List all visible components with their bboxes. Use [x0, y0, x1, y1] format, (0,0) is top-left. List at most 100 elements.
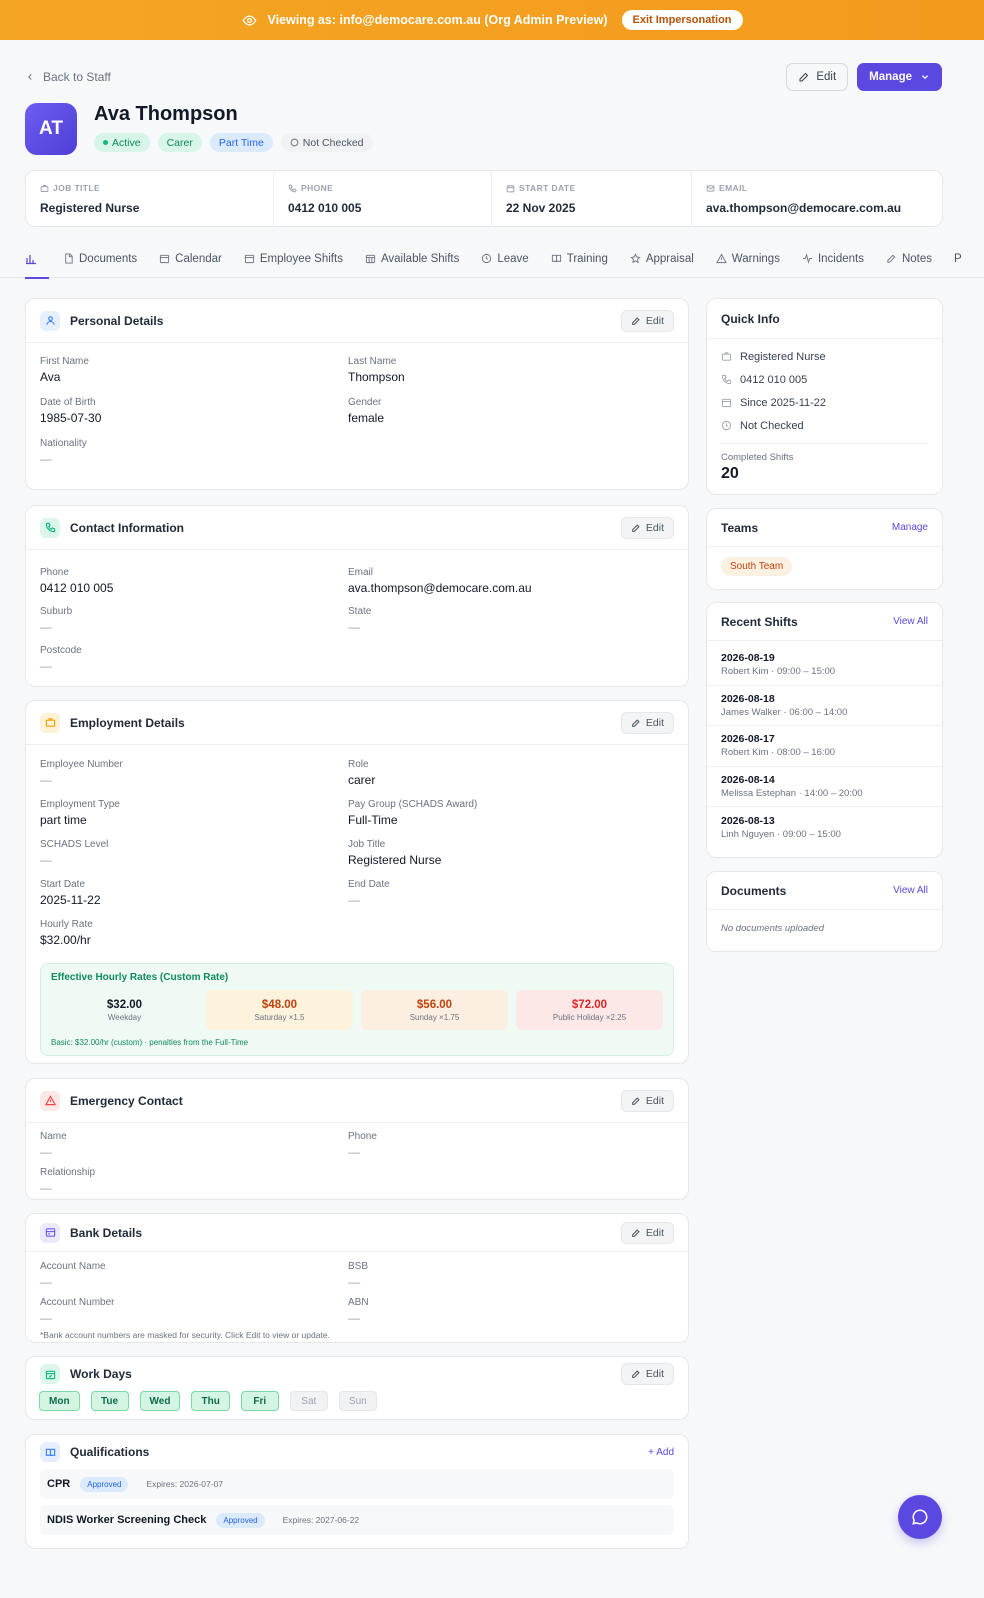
qualification-status-badge: Approved — [80, 1476, 129, 1492]
tab-calendar[interactable]: Calendar — [159, 240, 222, 278]
check-status-badge: Not Checked — [280, 133, 373, 152]
recent-shifts-card: Recent Shifts View All 2026-08-19 Robert … — [706, 602, 943, 858]
edit-workdays-button[interactable]: Edit — [620, 1363, 674, 1385]
tab-incidents[interactable]: Incidents — [802, 240, 864, 278]
back-label: Back to Staff — [43, 70, 111, 84]
tab-notes[interactable]: Notes — [886, 240, 932, 278]
mail-icon — [706, 184, 715, 192]
eye-icon — [241, 12, 257, 28]
phone-label: PHONE — [301, 183, 334, 193]
staff-name: Ava Thompson — [94, 103, 238, 125]
edit-bank-button[interactable]: Edit — [620, 1221, 674, 1244]
warning-icon — [715, 253, 727, 264]
exit-impersonation-button[interactable]: Exit Impersonation — [621, 10, 743, 30]
hourly-rate-value: $32.00/hr — [40, 933, 91, 947]
pencil-icon — [887, 254, 896, 263]
add-qualification-button[interactable]: + Add — [648, 1447, 674, 1458]
phone-value: 0412 010 005 — [288, 201, 362, 215]
quick-info-check: Not Checked — [707, 414, 942, 437]
briefcase-icon — [40, 184, 49, 192]
manage-teams-link[interactable]: Manage — [892, 522, 928, 533]
field-label: First Name — [40, 356, 89, 367]
edit-emergency-button[interactable]: Edit — [620, 1089, 674, 1112]
chat-button[interactable] — [898, 1495, 942, 1539]
quick-info-phone: 0412 010 005 — [707, 368, 942, 391]
abn-value: — — [348, 1311, 360, 1325]
tab-more[interactable]: P — [954, 240, 962, 278]
quick-info-job: Registered Nurse — [707, 345, 942, 368]
calendar-icon — [160, 254, 170, 264]
summary-bar: JOB TITLE Registered Nurse PHONE 0412 01… — [25, 170, 943, 227]
calendar-icon — [506, 184, 515, 192]
no-documents-text: No documents uploaded — [721, 923, 824, 934]
edit-label: Edit — [816, 71, 837, 83]
shift-item[interactable]: 2026-08-19 Robert Kim · 09:00 – 15:00 — [707, 645, 942, 686]
tab-employee-shifts[interactable]: Employee Shifts — [244, 240, 343, 278]
tab-available-shifts[interactable]: Available Shifts — [365, 240, 459, 278]
state-value: — — [348, 620, 360, 634]
tab-appraisal[interactable]: Appraisal — [630, 240, 694, 278]
teams-card: Teams Manage South Team — [706, 508, 943, 590]
teams-title: Teams — [721, 520, 759, 535]
nationality-value: — — [40, 452, 52, 466]
shift-item[interactable]: 2026-08-14 Melissa Estephan · 14:00 – 20:… — [707, 767, 942, 807]
card-title: Qualifications — [70, 1445, 150, 1459]
rates-note: Basic: $32.00/hr (custom) · penalties fr… — [51, 1038, 249, 1047]
personal-details-card: Personal Details Edit First Name Ava Last… — [25, 298, 689, 490]
shift-item[interactable]: 2026-08-18 James Walker · 06:00 – 14:00 — [707, 686, 942, 726]
phone-icon — [288, 184, 297, 192]
shift-item[interactable]: 2026-08-17 Robert Kim · 08:00 – 16:00 — [707, 726, 942, 767]
phone-icon — [721, 374, 732, 385]
calendar-grid-icon — [365, 254, 376, 264]
chat-icon — [912, 1509, 928, 1525]
emergency-name-value: — — [40, 1145, 52, 1159]
recent-shifts-title: Recent Shifts — [721, 614, 798, 629]
activity-icon — [802, 253, 813, 264]
account-name-value: — — [40, 1275, 52, 1289]
documents-card: Documents View All No documents uploaded — [706, 871, 943, 952]
rate-weekday: $32.00 Weekday — [51, 990, 198, 1030]
qualification-row[interactable]: NDIS Worker Screening Check Approved Exp… — [40, 1505, 674, 1535]
tab-leave[interactable]: Leave — [481, 240, 529, 278]
chevron-down-icon — [922, 75, 928, 80]
back-to-staff-link[interactable]: Back to Staff — [25, 70, 111, 84]
edit-profile-button[interactable]: Edit — [786, 63, 849, 91]
email-value: ava.thompson@democare.com.au — [706, 201, 902, 215]
view-all-shifts-link[interactable]: View All — [893, 616, 928, 627]
manage-dropdown-button[interactable]: Manage — [857, 63, 942, 91]
edit-contact-button[interactable]: Edit — [620, 516, 674, 539]
tab-documents[interactable]: Documents — [63, 240, 137, 278]
contact-email-value: ava.thompson@democare.com.au — [348, 581, 532, 595]
employment-details-card: Employment Details Edit Employee Number —… — [25, 700, 689, 1064]
file-icon — [65, 253, 73, 264]
qualification-row[interactable]: CPR Approved Expires: 2026-07-07 — [40, 1469, 674, 1499]
pencil-icon — [632, 316, 640, 325]
start-date-value: 2025-11-22 — [40, 893, 101, 907]
gender-value: female — [348, 411, 385, 425]
banner-text: Viewing as: info@democare.com.au (Org Ad… — [267, 13, 608, 27]
edit-personal-button[interactable]: Edit — [620, 309, 674, 332]
clock-icon — [721, 420, 732, 431]
status-badge: Active — [94, 133, 150, 152]
qualification-expiry: Expires: 2026-07-07 — [146, 1479, 224, 1489]
contact-phone-value: 0412 010 005 — [40, 581, 114, 595]
tab-warnings[interactable]: Warnings — [715, 240, 780, 278]
book-icon — [551, 254, 561, 263]
team-badge: South Team — [721, 557, 793, 576]
day-thu: Thu — [191, 1391, 230, 1411]
edit-employment-button[interactable]: Edit — [620, 711, 674, 734]
phone-icon — [40, 517, 60, 538]
chevron-left-icon — [28, 74, 32, 80]
job-title-label: JOB TITLE — [53, 183, 101, 193]
tab-overview[interactable] — [25, 240, 49, 279]
shift-item[interactable]: 2026-08-13 Linh Nguyen · 09:00 – 15:00 — [707, 807, 942, 848]
tab-training[interactable]: Training — [551, 240, 608, 278]
day-tue: Tue — [90, 1391, 129, 1411]
last-name-value: Thompson — [348, 370, 405, 384]
employment-type-badge: Part Time — [209, 133, 273, 152]
view-all-documents-link[interactable]: View All — [893, 885, 928, 896]
schads-level-value: — — [40, 853, 52, 867]
employment-type-value: part time — [40, 813, 87, 827]
card-title: Bank Details — [70, 1225, 143, 1240]
role-value: carer — [348, 773, 376, 787]
